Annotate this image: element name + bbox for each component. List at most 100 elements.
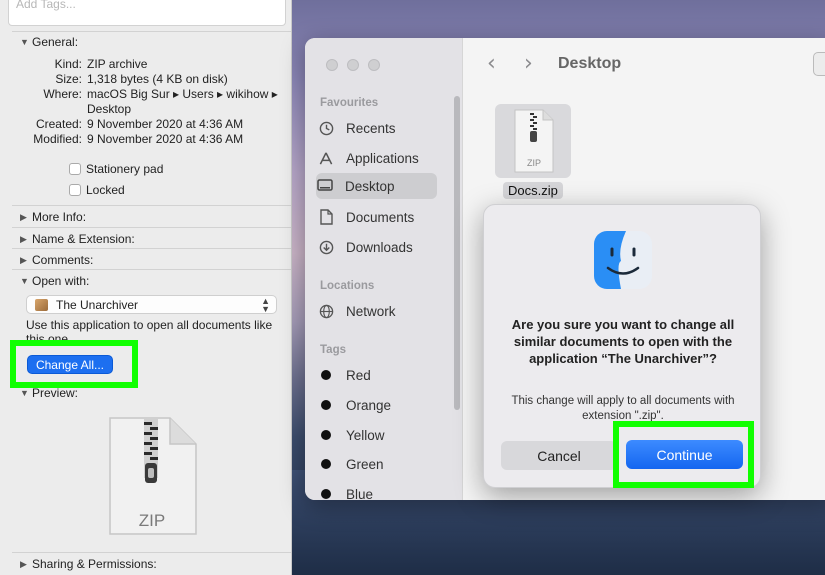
sidebar-tag-blue[interactable]: Blue [317,481,437,500]
modified-key: Modified: [33,132,82,146]
sidebar-item-downloads[interactable]: Downloads [317,234,437,260]
change-all-button[interactable]: Change All... [27,355,113,374]
tags-header: Tags [320,344,346,356]
finder-app-icon [594,231,652,289]
dialog-title: Are you sure you want to change all simi… [511,317,735,366]
stationery-checkbox[interactable]: Stationery pad [69,162,163,176]
file-name-label[interactable]: Docs.zip [503,182,563,199]
view-options-button[interactable] [813,52,825,76]
created-key: Created: [35,117,82,131]
kind-value: ZIP archive [87,57,148,71]
section-sharing-label: Sharing & Permissions: [32,557,157,571]
disclosure-down-icon: ▼ [20,388,29,398]
disclosure-right-icon: ▶ [20,254,27,265]
sidebar-item-desktop[interactable]: Desktop [316,173,437,199]
minimize-window-button[interactable] [347,59,359,71]
sidebar-item-applications[interactable]: Applications [317,145,437,171]
sidebar-item-label: Downloads [346,239,413,255]
locked-checkbox[interactable]: Locked [69,183,125,197]
clock-icon [317,119,335,137]
section-general[interactable]: ▼ General: [20,35,78,49]
section-comments-label: Comments: [32,253,94,267]
locked-label: Locked [86,183,125,197]
section-comments[interactable]: ▶ Comments: [20,253,93,267]
zip-icon-label: ZIP [139,511,165,530]
zoom-window-button[interactable] [368,59,380,71]
sidebar-item-label: Recents [346,120,396,136]
disclosure-down-icon: ▼ [20,276,29,286]
zip-file-icon: ZIP [514,109,554,173]
finder-toolbar: ‹ › [463,38,825,90]
back-chevron-icon[interactable]: ‹ [487,51,496,76]
disclosure-down-icon: ▼ [20,37,29,47]
tag-dot-icon [321,430,331,440]
finder-sidebar: Favourites Recents Applications Desktop … [305,38,463,500]
sidebar-tag-green[interactable]: Green [317,451,437,477]
section-more-info[interactable]: ▶ More Info: [20,210,86,224]
checkbox-box [69,184,81,196]
file-item-docs-zip[interactable]: ZIP [495,104,571,178]
where-key: Where: [43,87,82,101]
forward-chevron-icon[interactable]: › [524,51,533,76]
size-key: Size: [55,72,82,86]
tag-dot-icon [321,459,331,469]
sidebar-item-label: Network [346,303,396,319]
section-preview-label: Preview: [32,386,79,400]
section-sharing[interactable]: ▶ Sharing & Permissions: [20,557,157,571]
sidebar-item-label: Desktop [345,178,395,194]
section-preview[interactable]: ▼ Preview: [20,386,78,400]
document-icon [317,208,335,226]
sidebar-tag-yellow[interactable]: Yellow [317,422,437,448]
sidebar-tag-orange[interactable]: Orange [317,392,437,418]
network-icon [317,302,335,320]
window-title: Desktop [558,55,622,72]
sidebar-item-documents[interactable]: Documents [317,204,437,230]
section-open-with-label: Open with: [32,274,90,288]
selected-app-label: The Unarchiver [56,297,139,312]
sidebar-item-recents[interactable]: Recents [317,115,437,141]
section-open-with[interactable]: ▼ Open with: [20,274,89,288]
zip-icon-label: ZIP [527,158,541,168]
sidebar-tag-red[interactable]: Red [317,362,437,388]
size-value: 1,318 bytes (4 KB on disk) [87,72,228,86]
cancel-button[interactable]: Cancel [501,441,617,470]
dialog-message: This change will apply to all documents … [511,395,735,422]
divider [12,227,291,228]
tag-label: Orange [346,397,392,413]
disclosure-right-icon: ▶ [20,558,27,569]
divider [12,269,291,270]
tag-dot-icon [321,400,331,410]
close-window-button[interactable] [326,59,338,71]
divider [12,248,291,249]
disclosure-right-icon: ▶ [20,233,27,244]
sidebar-item-label: Applications [346,150,419,166]
favourites-header: Favourites [320,97,379,109]
section-more-info-label: More Info: [32,210,87,224]
unarchiver-app-icon [35,298,48,311]
section-name-extension-label: Name & Extension: [32,232,135,246]
download-icon [317,238,335,256]
tag-dot-icon [321,489,331,499]
divider [12,31,291,32]
get-info-panel: Add Tags... ▼ General: Kind: ZIP archive… [0,0,292,575]
disclosure-right-icon: ▶ [20,211,27,222]
zip-file-icon: ZIP [109,417,197,535]
stationery-label: Stationery pad [86,162,164,176]
tag-label: Yellow [346,427,385,443]
sidebar-item-network[interactable]: Network [317,298,437,324]
continue-button[interactable]: Continue [626,440,743,469]
checkbox-box [69,163,81,175]
divider [12,552,291,553]
tags-placeholder: Add Tags... [16,0,76,11]
tag-label: Blue [346,486,374,501]
section-name-extension[interactable]: ▶ Name & Extension: [20,232,135,246]
tag-label: Red [346,367,371,383]
sidebar-item-label: Documents [346,209,415,225]
applications-icon [317,149,335,167]
tags-input[interactable]: Add Tags... [8,0,286,26]
select-arrows-icon: ▲ ▼ [261,296,270,314]
tag-dot-icon [321,370,331,380]
open-with-select[interactable]: The Unarchiver ▲ ▼ [26,295,277,314]
created-value: 9 November 2020 at 4:36 AM [87,117,244,131]
sidebar-scrollbar[interactable] [454,96,460,410]
